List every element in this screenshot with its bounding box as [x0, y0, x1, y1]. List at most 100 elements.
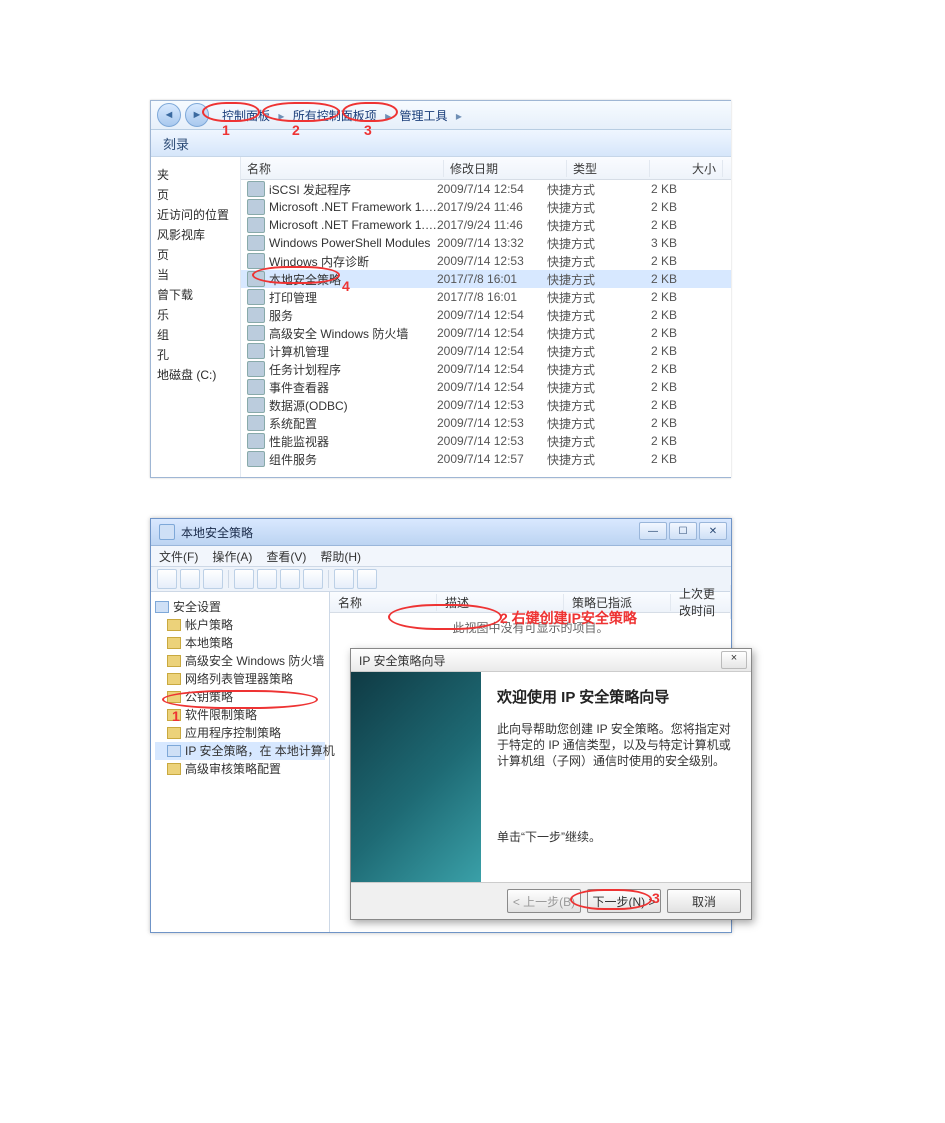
explorer-frame: ◄ ► 控制面板 ▸ 所有控制面板项 ▸ 管理工具 ▸ 刻录 夹页近访问的位置风…	[150, 100, 731, 478]
file-row[interactable]: 性能监视器2009/7/14 12:53快捷方式2 KB	[241, 432, 731, 450]
file-type: 快捷方式	[547, 433, 627, 450]
file-icon	[247, 271, 265, 287]
tree-node-label: 本地策略	[185, 634, 233, 652]
forward-icon[interactable]	[180, 569, 200, 589]
up-icon[interactable]	[203, 569, 223, 589]
forward-button[interactable]: ►	[185, 103, 209, 127]
col-last-modified[interactable]: 上次更改时间	[671, 585, 731, 619]
nav-pane-item[interactable]: 页	[157, 245, 236, 265]
file-size: 2 KB	[627, 272, 677, 286]
tree-node[interactable]: 网络列表管理器策略	[155, 670, 325, 688]
file-size: 3 KB	[627, 236, 677, 250]
tree-node[interactable]: 应用程序控制策略	[155, 724, 325, 742]
menu-bar[interactable]: 文件(F) 操作(A) 查看(V) 帮助(H)	[151, 546, 731, 567]
file-row[interactable]: Microsoft .NET Framework 1.1 Confi...201…	[241, 198, 731, 216]
file-icon	[247, 289, 265, 305]
tree-node[interactable]: IP 安全策略，在 本地计算机	[155, 742, 325, 760]
file-row[interactable]: 事件查看器2009/7/14 12:54快捷方式2 KB	[241, 378, 731, 396]
tree-node[interactable]: 公钥策略	[155, 688, 325, 706]
nav-pane-item[interactable]: 夹	[157, 165, 236, 185]
col-name[interactable]: 名称	[241, 160, 444, 177]
policy-tree[interactable]: 安全设置帐户策略本地策略高级安全 Windows 防火墙网络列表管理器策略公钥策…	[151, 592, 330, 932]
breadcrumb[interactable]: 控制面板 ▸ 所有控制面板项 ▸ 管理工具 ▸	[213, 106, 470, 125]
toolbar[interactable]	[151, 567, 731, 592]
col-date[interactable]: 修改日期	[444, 160, 567, 177]
file-type: 快捷方式	[547, 397, 627, 414]
file-type: 快捷方式	[547, 181, 627, 198]
close-button[interactable]: ×	[721, 651, 747, 669]
file-row[interactable]: Windows 内存诊断2009/7/14 12:53快捷方式2 KB	[241, 252, 731, 270]
list-column-headers[interactable]: 名称 描述 策略已指派 上次更改时间	[330, 592, 731, 613]
file-row[interactable]: iSCSI 发起程序2009/7/14 12:54快捷方式2 KB	[241, 180, 731, 198]
file-row[interactable]: 任务计划程序2009/7/14 12:54快捷方式2 KB	[241, 360, 731, 378]
file-row[interactable]: 数据源(ODBC)2009/7/14 12:53快捷方式2 KB	[241, 396, 731, 414]
minimize-button[interactable]: —	[639, 522, 667, 540]
wizard-paragraph: 单击“下一步”继续。	[497, 829, 735, 845]
file-date: 2009/7/14 12:53	[437, 416, 547, 430]
file-row[interactable]: 计算机管理2009/7/14 12:54快捷方式2 KB	[241, 342, 731, 360]
file-row[interactable]: Microsoft .NET Framework 1.1 Wizar...201…	[241, 216, 731, 234]
window-titlebar[interactable]: 本地安全策略 — ☐ ✕	[151, 519, 731, 546]
back-icon[interactable]	[157, 569, 177, 589]
menu-file[interactable]: 文件(F)	[159, 548, 198, 565]
nav-pane-item[interactable]: 曾下载	[157, 285, 236, 305]
extra-icon[interactable]	[334, 569, 354, 589]
file-name: 本地安全策略	[269, 271, 437, 288]
file-icon	[247, 199, 265, 215]
file-row[interactable]: 服务2009/7/14 12:54快捷方式2 KB	[241, 306, 731, 324]
cancel-button[interactable]: 取消	[667, 889, 741, 913]
nav-pane-item[interactable]: 风影视库	[157, 225, 236, 245]
col-name[interactable]: 名称	[330, 594, 437, 611]
col-desc[interactable]: 描述	[437, 594, 564, 611]
dialog-titlebar[interactable]: IP 安全策略向导 ×	[351, 649, 751, 672]
close-button[interactable]: ✕	[699, 522, 727, 540]
tree-node[interactable]: 帐户策略	[155, 616, 325, 634]
crumb-admin-tools[interactable]: 管理工具	[396, 108, 450, 124]
col-assigned[interactable]: 策略已指派	[564, 594, 671, 611]
file-name: 数据源(ODBC)	[269, 397, 437, 414]
file-size: 2 KB	[627, 218, 677, 232]
back-button[interactable]: ◄	[157, 103, 181, 127]
burn-button[interactable]: 刻录	[163, 134, 189, 153]
file-row[interactable]: 打印管理2017/7/8 16:01快捷方式2 KB	[241, 288, 731, 306]
maximize-button[interactable]: ☐	[669, 522, 697, 540]
file-row[interactable]: 高级安全 Windows 防火墙2009/7/14 12:54快捷方式2 KB	[241, 324, 731, 342]
col-type[interactable]: 类型	[567, 160, 650, 177]
file-row[interactable]: Windows PowerShell Modules2009/7/14 13:3…	[241, 234, 731, 252]
export-icon[interactable]	[280, 569, 300, 589]
file-type: 快捷方式	[547, 199, 627, 216]
file-row[interactable]: 组件服务2009/7/14 12:57快捷方式2 KB	[241, 450, 731, 468]
nav-pane-item[interactable]: 当	[157, 265, 236, 285]
back-button[interactable]: < 上一步(B)	[507, 889, 581, 913]
nav-pane-item[interactable]: 乐	[157, 305, 236, 325]
nav-pane[interactable]: 夹页近访问的位置风影视库页当曾下载乐组孔地磁盘 (C:)	[151, 157, 241, 477]
file-size: 2 KB	[627, 344, 677, 358]
tree-node[interactable]: 软件限制策略	[155, 706, 325, 724]
nav-pane-item[interactable]: 组	[157, 325, 236, 345]
col-size[interactable]: 大小	[650, 160, 723, 177]
crumb-all-items[interactable]: 所有控制面板项	[290, 108, 380, 124]
next-button[interactable]: 下一步(N) >	[587, 889, 661, 913]
help-icon[interactable]	[303, 569, 323, 589]
menu-help[interactable]: 帮助(H)	[320, 548, 361, 565]
crumb-control-panel[interactable]: 控制面板	[219, 108, 273, 124]
nav-pane-item[interactable]: 近访问的位置	[157, 205, 236, 225]
tree-node[interactable]: 高级安全 Windows 防火墙	[155, 652, 325, 670]
file-type: 快捷方式	[547, 415, 627, 432]
menu-action[interactable]: 操作(A)	[212, 548, 252, 565]
column-headers[interactable]: 名称 修改日期 类型 大小	[241, 157, 731, 180]
file-icon	[247, 325, 265, 341]
tree-node[interactable]: 安全设置	[155, 598, 325, 616]
refresh-icon[interactable]	[257, 569, 277, 589]
tree-node[interactable]: 高级审核策略配置	[155, 760, 325, 778]
address-bar: ◄ ► 控制面板 ▸ 所有控制面板项 ▸ 管理工具 ▸	[151, 101, 731, 130]
nav-pane-item[interactable]: 孔	[157, 345, 236, 365]
menu-view[interactable]: 查看(V)	[266, 548, 306, 565]
nav-pane-item[interactable]: 地磁盘 (C:)	[157, 365, 236, 385]
extra-icon[interactable]	[357, 569, 377, 589]
tree-node[interactable]: 本地策略	[155, 634, 325, 652]
file-row[interactable]: 本地安全策略2017/7/8 16:01快捷方式2 KB	[241, 270, 731, 288]
nav-pane-item[interactable]: 页	[157, 185, 236, 205]
file-row[interactable]: 系统配置2009/7/14 12:53快捷方式2 KB	[241, 414, 731, 432]
properties-icon[interactable]	[234, 569, 254, 589]
